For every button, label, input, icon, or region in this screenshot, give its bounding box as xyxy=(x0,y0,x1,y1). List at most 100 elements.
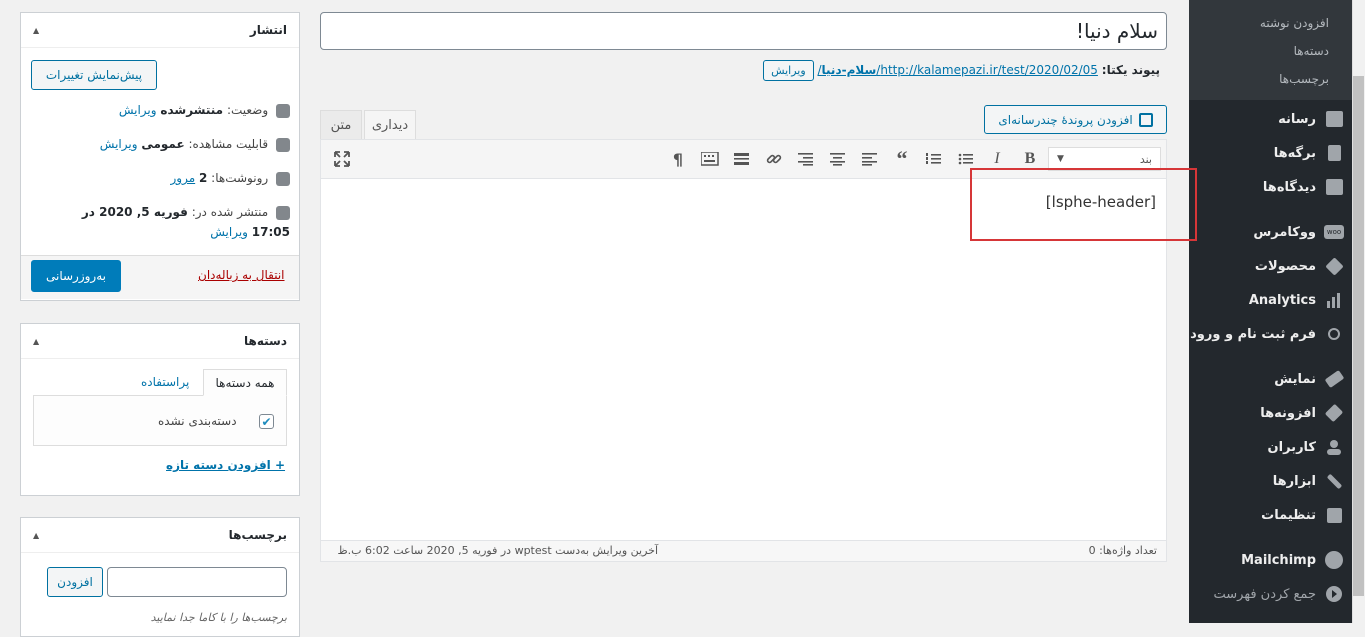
published-time-row: 17:05 ویرایش xyxy=(210,225,290,239)
sidebar-item-label: دیدگاه‌ها xyxy=(1262,179,1316,195)
categories-title: دسته‌ها xyxy=(244,334,287,348)
permalink-bar: پیوند یکتا: http://kalamepazi.ir/test/20… xyxy=(620,60,1160,84)
sidebar-item-mailchimp[interactable]: Mailchimp xyxy=(1189,543,1352,577)
bold-button[interactable]: B xyxy=(1020,150,1040,168)
permalink-url[interactable]: http://kalamepazi.ir/test/2020/02/05/سلا… xyxy=(817,63,1097,77)
post-title-input[interactable]: سلام دنیا! xyxy=(320,12,1167,50)
scrollbar-thumb[interactable] xyxy=(1353,76,1364,596)
add-tag-button[interactable]: افزودن xyxy=(47,567,103,597)
sidebar-item-users[interactable]: کاربران xyxy=(1189,430,1352,464)
status-edit-link[interactable]: ویرایش xyxy=(119,103,157,117)
tag-input[interactable] xyxy=(107,567,287,597)
brush-icon xyxy=(1316,362,1352,396)
add-new-category-link[interactable]: + افزودن دسته تازه xyxy=(166,458,285,472)
category-checkbox[interactable]: ✔ xyxy=(259,414,274,429)
sidebar-item-label: ووکامرس xyxy=(1253,224,1316,240)
tab-most-used[interactable]: پراستفاده xyxy=(141,375,189,389)
tab-all-categories[interactable]: همه دسته‌ها xyxy=(203,369,287,396)
publish-title: انتشار xyxy=(249,23,287,37)
woocommerce-icon: woo xyxy=(1316,215,1352,249)
sidebar-item-analytics[interactable]: Analytics xyxy=(1189,283,1352,317)
sidebar-item-label: فرم ثبت نام و ورود xyxy=(1190,326,1316,342)
sidebar-item-label: رسانه xyxy=(1278,111,1316,127)
sidebar-item-label: نمایش xyxy=(1274,371,1316,387)
link-icon[interactable] xyxy=(764,150,784,168)
visibility-row: قابلیت مشاهده: عمومی ویرایش xyxy=(100,137,290,152)
sidebar-item-comments[interactable]: دیدگاه‌ها xyxy=(1189,170,1352,204)
numbered-list-icon[interactable] xyxy=(924,150,944,168)
toolbar-toggle-icon[interactable] xyxy=(700,150,720,168)
sidebar-item-woocommerce[interactable]: woo ووکامرس xyxy=(1189,215,1352,249)
sidebar-item-label: کاربران xyxy=(1267,439,1316,455)
blockquote-icon[interactable]: “ xyxy=(892,146,912,171)
submenu-add-post[interactable]: افزودن نوشته xyxy=(1260,16,1329,30)
revisions-browse-link[interactable]: مرور xyxy=(171,171,196,185)
caret-up-icon[interactable]: ▲ xyxy=(33,531,39,540)
align-right-icon[interactable] xyxy=(796,150,816,168)
sidebar-item-label: محصولات xyxy=(1254,258,1316,274)
fullscreen-icon[interactable] xyxy=(332,150,352,168)
align-left-icon[interactable] xyxy=(860,150,880,168)
caret-up-icon[interactable]: ▲ xyxy=(33,337,39,346)
sidebar-item-appearance[interactable]: نمایش xyxy=(1189,362,1352,396)
word-count: تعداد واژه‌ها: 0 xyxy=(1088,544,1157,557)
paragraph-mark-icon[interactable]: ¶ xyxy=(668,150,688,169)
sidebar-item-label: Analytics xyxy=(1248,292,1316,308)
bullet-list-icon[interactable] xyxy=(956,150,976,168)
user-icon xyxy=(1316,430,1352,464)
products-icon xyxy=(1316,249,1352,283)
sidebar-item-label: افزونه‌ها xyxy=(1260,405,1316,421)
wrench-icon xyxy=(1316,464,1352,498)
chevron-down-icon: ▼ xyxy=(1057,154,1064,164)
sidebar-item-tools[interactable]: ابزارها xyxy=(1189,464,1352,498)
submenu-categories[interactable]: دسته‌ها xyxy=(1294,44,1329,58)
highlight-box xyxy=(970,168,1197,241)
plugin-icon xyxy=(1316,396,1352,430)
settings-icon xyxy=(1316,498,1352,532)
published-edit-link[interactable]: ویرایش xyxy=(210,225,248,239)
revisions-row: رونوشت‌ها: 2 مرور xyxy=(171,171,290,186)
sidebar-item-settings[interactable]: تنظیمات xyxy=(1189,498,1352,532)
sidebar-item-label: برگه‌ها xyxy=(1273,145,1316,161)
move-to-trash-link[interactable]: انتقال به زباله‌دان xyxy=(198,268,285,282)
tab-text[interactable]: متن xyxy=(320,110,362,139)
preview-changes-button[interactable]: پیش‌نمایش تغییرات xyxy=(31,60,157,90)
sidebar-item-label: Mailchimp xyxy=(1241,552,1316,568)
visibility-edit-link[interactable]: ویرایش xyxy=(100,137,138,151)
collapse-icon xyxy=(1316,577,1352,611)
calendar-icon xyxy=(276,205,290,220)
tab-visual[interactable]: دیداری xyxy=(364,110,416,140)
published-row: منتشر شده در: فوریه 5, 2020 در xyxy=(82,205,290,220)
caret-up-icon[interactable]: ▲ xyxy=(33,26,39,35)
align-center-icon[interactable] xyxy=(828,150,848,168)
sidebar-item-label: جمع کردن فهرست xyxy=(1213,586,1316,602)
media-icon xyxy=(1316,102,1352,136)
permalink-label: پیوند یکتا: xyxy=(1101,63,1160,77)
read-more-icon[interactable] xyxy=(732,150,752,168)
tags-hint: برچسب‌ها را با کاما جدا نمایید xyxy=(150,611,287,624)
category-label: دسته‌بندی نشده xyxy=(158,414,237,428)
eye-icon xyxy=(276,137,290,152)
submenu-tags[interactable]: برچسب‌ها xyxy=(1279,72,1329,86)
sidebar-item-register-form[interactable]: فرم ثبت نام و ورود xyxy=(1189,317,1352,351)
add-media-label: افزودن پروندهٔ چندرسانه‌ای xyxy=(998,112,1133,127)
collapse-menu-button[interactable]: جمع کردن فهرست xyxy=(1189,577,1352,611)
editor-statusbar: تعداد واژه‌ها: 0 آخرین ویرایش به‌دست wpt… xyxy=(321,540,1166,561)
analytics-icon xyxy=(1316,283,1352,317)
comments-icon xyxy=(1316,170,1352,204)
check-icon: ✔ xyxy=(261,414,272,429)
sidebar-item-plugins[interactable]: افزونه‌ها xyxy=(1189,396,1352,430)
sidebar-item-products[interactable]: محصولات xyxy=(1189,249,1352,283)
add-media-button[interactable]: افزودن پروندهٔ چندرسانه‌ای xyxy=(984,105,1167,134)
pin-icon xyxy=(276,103,290,118)
sidebar-item-media[interactable]: رسانه xyxy=(1189,102,1352,136)
status-row: وضعیت: منتشرشده ویرایش xyxy=(119,103,290,118)
italic-button[interactable]: I xyxy=(987,150,1007,168)
mailchimp-icon xyxy=(1316,543,1352,577)
pages-icon xyxy=(1316,136,1352,170)
media-icon xyxy=(1138,112,1153,127)
posts-submenu: افزودن نوشته دسته‌ها برچسب‌ها xyxy=(1189,0,1352,100)
update-button[interactable]: به‌روزرسانی xyxy=(31,260,121,292)
sidebar-item-pages[interactable]: برگه‌ها xyxy=(1189,136,1352,170)
permalink-edit-button[interactable]: ویرایش xyxy=(763,60,814,81)
